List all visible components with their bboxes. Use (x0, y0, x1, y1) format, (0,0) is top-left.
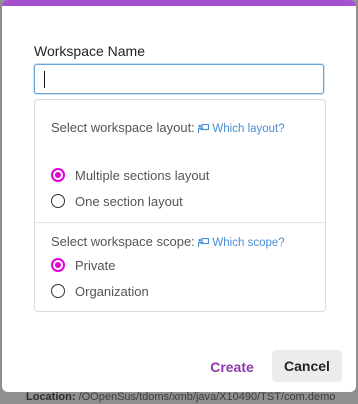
section-divider (35, 222, 325, 223)
presenter-icon (198, 124, 210, 133)
radio-button[interactable] (51, 284, 65, 298)
workspace-name-label: Workspace Name (34, 43, 146, 59)
create-button[interactable]: Create (202, 352, 262, 382)
radio-label: Private (75, 257, 116, 273)
radio-button-checked[interactable] (51, 168, 65, 182)
layout-heading-text: Select workspace layout: (51, 120, 195, 135)
location-text: Location: /OOpenSus/tdoms/xmb/java/X1049… (26, 391, 335, 403)
workspace-options-panel: Select workspace layout: Which layout? M… (34, 99, 326, 312)
scope-section-heading: Select workspace scope: Which scope? (51, 230, 321, 255)
radio-button-checked[interactable] (51, 258, 65, 272)
radio-organization[interactable]: Organization (51, 281, 149, 301)
radio-multiple-sections[interactable]: Multiple sections layout (51, 165, 209, 185)
workspace-name-input[interactable] (34, 64, 324, 94)
which-scope-text: Which scope? (212, 237, 285, 249)
scope-heading-text: Select workspace scope: (51, 234, 195, 249)
cancel-button[interactable]: Cancel (272, 350, 342, 382)
radio-label: Organization (75, 283, 149, 299)
create-workspace-dialog: Workspace Name Select workspace layout: … (2, 0, 356, 392)
which-scope-link[interactable]: Which scope? (198, 237, 285, 249)
dialog-accent-bar (2, 0, 356, 6)
which-layout-link[interactable]: Which layout? (198, 123, 285, 135)
which-layout-text: Which layout? (212, 123, 285, 135)
location-label: Location: (26, 391, 76, 403)
radio-button[interactable] (51, 194, 65, 208)
layout-section-heading: Select workspace layout: Which layout? (51, 116, 291, 141)
radio-private[interactable]: Private (51, 255, 115, 275)
radio-label: One section layout (75, 193, 183, 209)
radio-label: Multiple sections layout (75, 167, 210, 183)
presenter-icon (198, 238, 210, 247)
location-value: /OOpenSus/tdoms/xmb/java/X10490/TST/com.… (78, 391, 336, 403)
radio-one-section[interactable]: One section layout (51, 191, 183, 211)
text-cursor (44, 71, 45, 88)
